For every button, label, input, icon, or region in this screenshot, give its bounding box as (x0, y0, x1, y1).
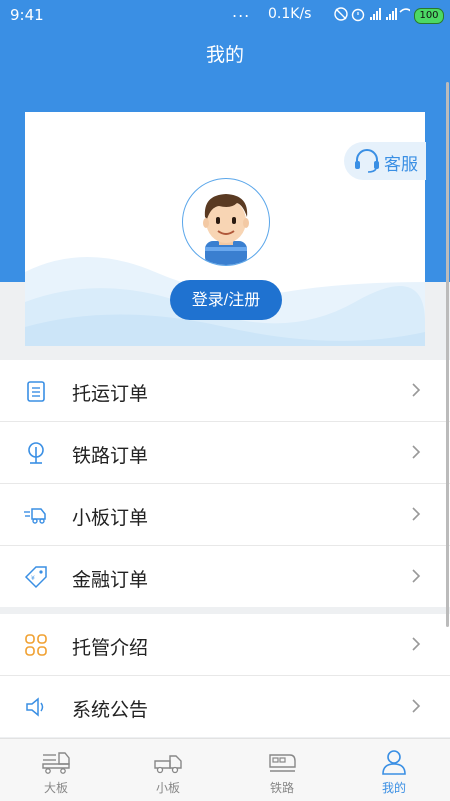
menu-item-consignment-orders[interactable]: 托运订单 (0, 360, 450, 422)
menu-item-system-announcement[interactable]: 系统公告 (0, 676, 450, 737)
clipboard-icon (27, 381, 45, 402)
info-menu: 托管介绍 系统公告 (0, 614, 450, 737)
tab-large-board[interactable]: 大板 (0, 739, 112, 801)
menu-item-hosting-intro[interactable]: 托管介绍 (0, 614, 450, 676)
chevron-right-icon (412, 507, 421, 521)
user-icon (382, 750, 406, 775)
page-title: 我的 (205, 44, 244, 66)
order-menu: 托运订单 铁路订单 小板订单 ¥ 金融订单 (0, 360, 450, 607)
status-signal-icon (334, 6, 413, 25)
chevron-right-icon (412, 699, 421, 713)
large-truck-icon (42, 752, 70, 774)
small-truck-icon (154, 755, 182, 774)
tab-railway[interactable]: 铁路 (226, 739, 338, 801)
svg-text:¥: ¥ (31, 575, 35, 582)
menu-item-label: 小板订单 (72, 507, 149, 529)
menu-item-label: 托管介绍 (72, 637, 149, 659)
chevron-right-icon (412, 637, 421, 651)
tab-label: 大板 (43, 781, 68, 795)
grid-clover-icon (25, 634, 47, 656)
status-dots: ... (232, 2, 251, 21)
menu-item-label: 金融订单 (72, 569, 149, 591)
menu-item-label: 铁路订单 (72, 445, 149, 467)
customer-service-button[interactable]: 客服 (344, 142, 426, 180)
battery-indicator: 100 (414, 8, 444, 24)
status-time: 9:41 (10, 6, 44, 24)
status-bar: 9:41 ... 0.1K/s 100 (0, 0, 450, 32)
speaker-icon (26, 697, 44, 717)
chevron-right-icon (412, 569, 421, 583)
tab-label: 小板 (155, 781, 180, 795)
menu-item-small-board-orders[interactable]: 小板订单 (0, 484, 450, 546)
avatar[interactable] (182, 178, 270, 266)
scrollbar[interactable] (446, 82, 449, 627)
bottom-tab-bar: 大板 小板 铁路 我的 (0, 738, 450, 801)
customer-service-label: 客服 (384, 155, 418, 175)
avatar-cartoon-face-icon (203, 194, 249, 265)
login-register-button[interactable]: 登录/注册 (170, 280, 282, 320)
menu-item-label: 系统公告 (72, 699, 149, 721)
rail-sign-icon (28, 442, 44, 464)
truck-speed-icon (24, 508, 46, 524)
chevron-right-icon (412, 383, 421, 397)
status-network-speed: 0.1K/s (268, 6, 312, 22)
tab-label: 铁路 (269, 781, 294, 795)
menu-item-label: 托运订单 (72, 383, 149, 405)
train-icon (269, 754, 296, 772)
tab-label: 我的 (381, 781, 406, 795)
menu-item-railway-orders[interactable]: 铁路订单 (0, 422, 450, 484)
finance-tag-icon: ¥ (24, 566, 47, 589)
tab-mine[interactable]: 我的 (338, 739, 450, 801)
headset-icon (355, 149, 379, 173)
menu-item-finance-orders[interactable]: ¥ 金融订单 (0, 546, 450, 607)
tab-small-board[interactable]: 小板 (112, 739, 224, 801)
chevron-right-icon (412, 445, 421, 459)
